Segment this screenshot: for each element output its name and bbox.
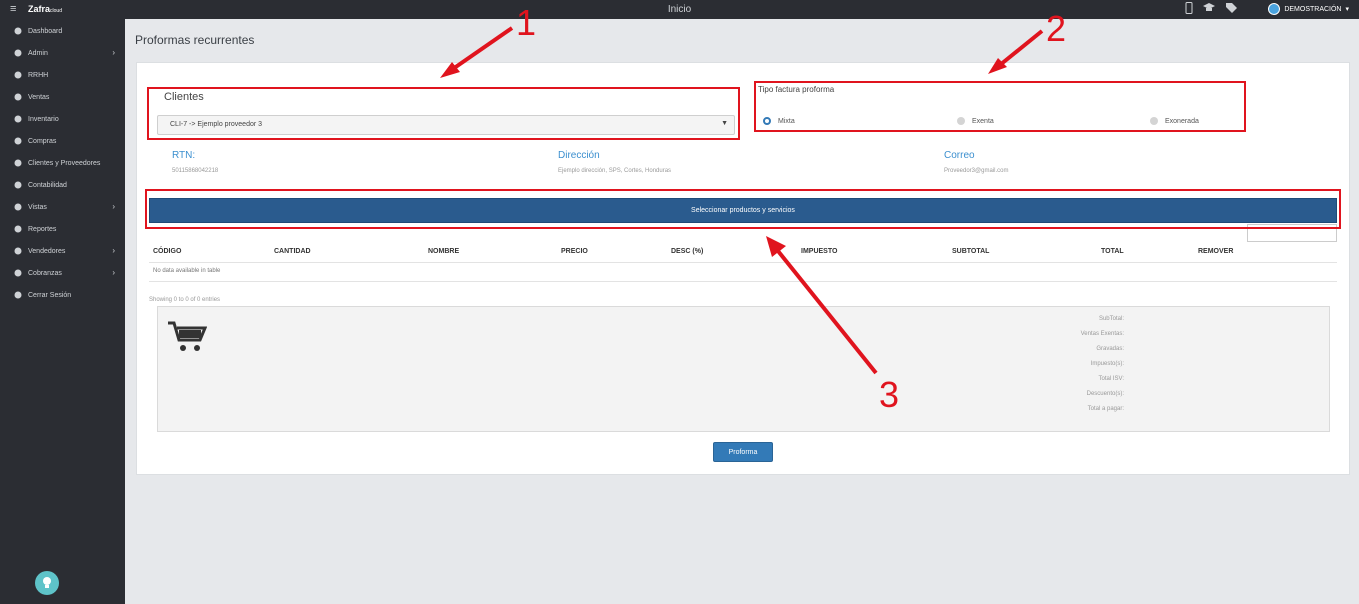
- annotation-number-2: 2: [1046, 8, 1067, 49]
- arrow-1: [445, 26, 514, 75]
- annotation-number-1: 1: [516, 2, 537, 43]
- arrow-3: [772, 244, 878, 375]
- annotation-arrows: [440, 26, 1044, 375]
- annotation-number-3: 3: [879, 374, 900, 415]
- arrow-3-head: [766, 236, 786, 257]
